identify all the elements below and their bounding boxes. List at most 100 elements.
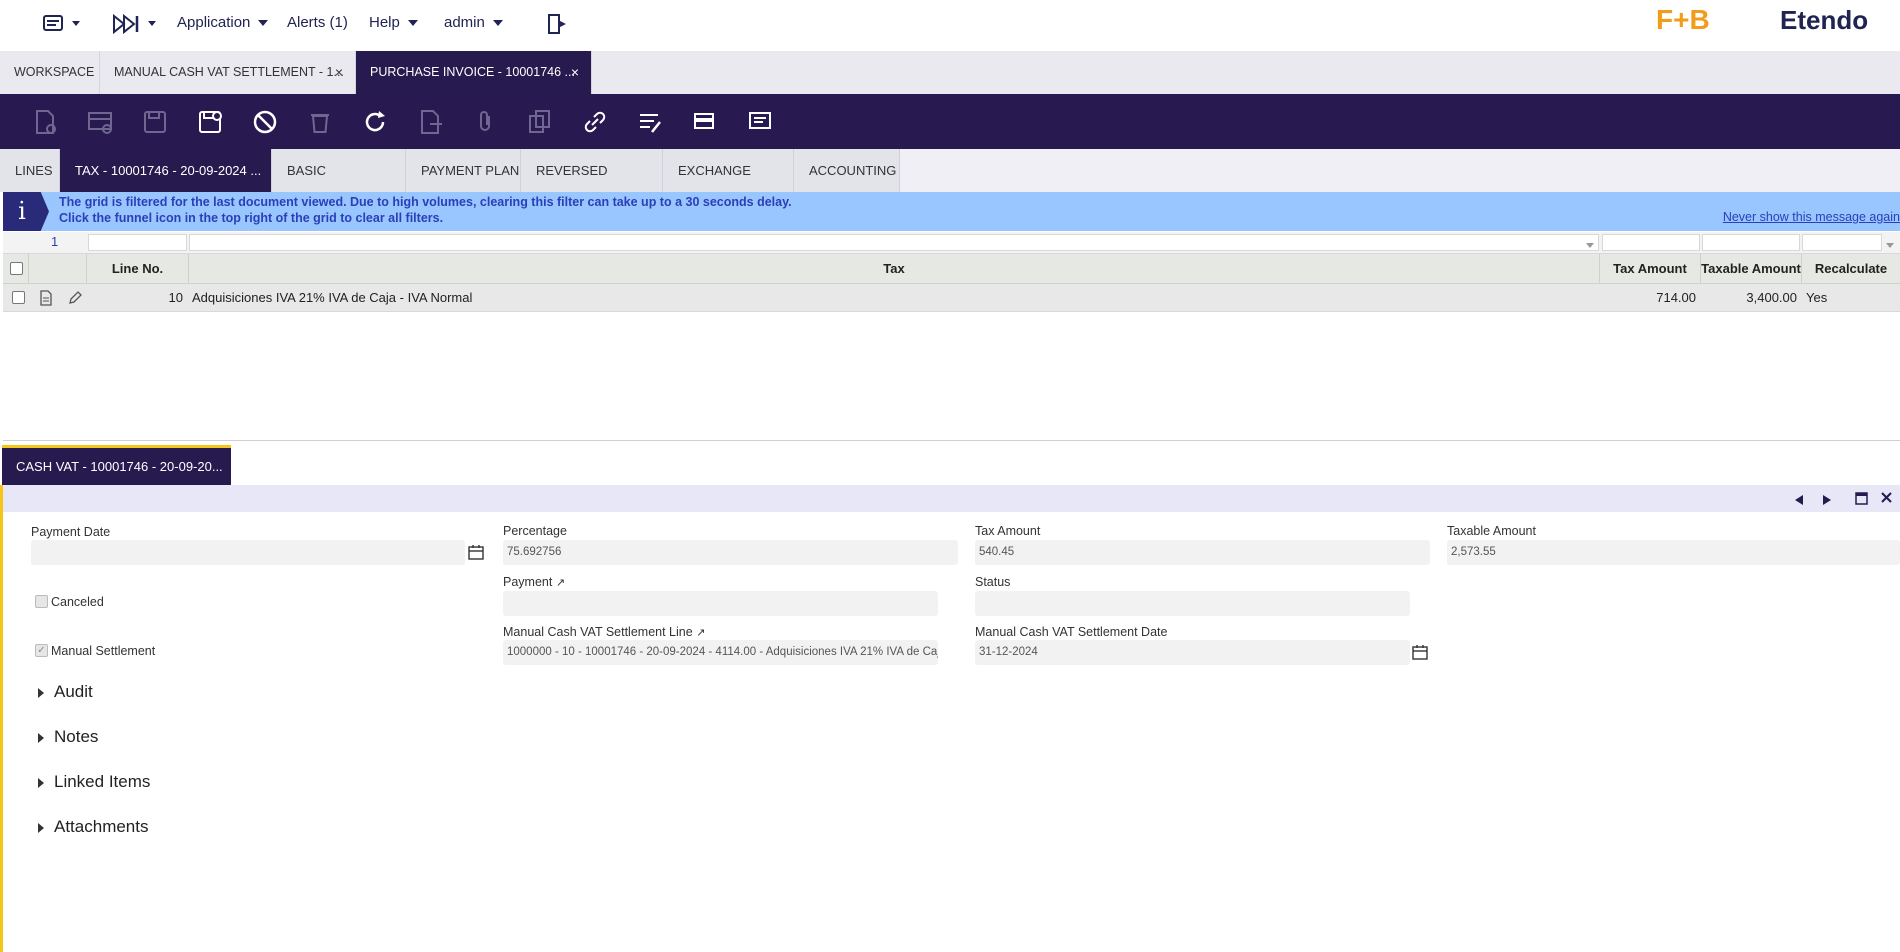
select-all-cell bbox=[3, 254, 29, 284]
taxable-amount-cell: 3,400.00 bbox=[1746, 290, 1797, 305]
tab-lines[interactable]: LINES bbox=[0, 149, 60, 192]
edit-pencil-icon[interactable] bbox=[67, 290, 83, 311]
notes-section[interactable]: Notes bbox=[38, 727, 98, 747]
tab-basic-discounts[interactable]: BASIC DISCOUNTS bbox=[272, 149, 406, 221]
chevron-down-icon bbox=[258, 20, 269, 27]
new-row-icon[interactable] bbox=[86, 108, 114, 136]
save-close-icon[interactable] bbox=[196, 108, 224, 136]
user-menu[interactable]: admin bbox=[444, 14, 503, 31]
link-arrow-icon[interactable]: ↗ bbox=[556, 577, 565, 589]
payment-input[interactable] bbox=[503, 591, 938, 616]
form-view-icon[interactable] bbox=[691, 108, 719, 136]
expand-arrow-icon bbox=[38, 777, 44, 788]
payment-date-input[interactable] bbox=[31, 540, 465, 565]
tab-purchase-invoice[interactable]: PURCHASE INVOICE - 10001746 ... × bbox=[356, 51, 592, 94]
tab-label: PURCHASE INVOICE - 10001746 ... bbox=[370, 65, 575, 79]
tab-payment-plan[interactable]: PAYMENT PLAN bbox=[406, 149, 521, 192]
info-icon: i bbox=[3, 192, 49, 231]
info-message-bar: i The grid is filtered for the last docu… bbox=[3, 192, 1900, 231]
chevron-down-icon[interactable] bbox=[1885, 237, 1895, 255]
chevron-down-icon bbox=[492, 20, 503, 27]
tax-header[interactable]: Tax bbox=[189, 254, 1600, 284]
application-menu[interactable]: Application bbox=[177, 14, 269, 31]
mcvs-line-input[interactable]: 1000000 - 10 - 10001746 - 20-09-2024 - 4… bbox=[503, 640, 938, 665]
link-icon[interactable] bbox=[581, 108, 609, 136]
chevron-down-icon[interactable] bbox=[1585, 237, 1595, 255]
active-form-indicator bbox=[0, 485, 3, 952]
canceled-checkbox[interactable] bbox=[35, 595, 48, 608]
grid-header-row: Line No. Tax Tax Amount Taxable Amount R… bbox=[3, 254, 1900, 284]
tab-reversed-invoices[interactable]: REVERSED INVOICES bbox=[521, 149, 663, 221]
close-icon[interactable]: × bbox=[571, 51, 579, 94]
close-icon[interactable] bbox=[1880, 491, 1893, 509]
line-no-header[interactable]: Line No. bbox=[87, 254, 189, 284]
canceled-label: Canceled bbox=[51, 595, 104, 609]
save-icon[interactable] bbox=[141, 108, 169, 136]
mcvs-date-label: Manual Cash VAT Settlement Date bbox=[975, 625, 1168, 639]
mcvs-date-input[interactable]: 31-12-2024 bbox=[975, 640, 1410, 665]
sub-tab-bar: LINES TAX - 10001746 - 20-09-2024 ... BA… bbox=[0, 149, 1900, 221]
help-menu[interactable]: Help bbox=[369, 14, 418, 31]
tax-amount-header[interactable]: Tax Amount bbox=[1600, 254, 1701, 284]
alerts-link[interactable]: Alerts (1) bbox=[287, 14, 348, 31]
calendar-icon[interactable] bbox=[468, 544, 484, 565]
tab-manual-cash-vat-settlement[interactable]: MANUAL CASH VAT SETTLEMENT - 1... × bbox=[100, 51, 356, 94]
audit-section[interactable]: Audit bbox=[38, 682, 93, 702]
tab-accounting[interactable]: ACCOUNTING bbox=[794, 149, 900, 192]
skip-forward-icon[interactable] bbox=[112, 12, 162, 41]
info-text-line2: Click the funnel icon in the top right o… bbox=[59, 211, 444, 225]
tax-filter-input[interactable] bbox=[189, 234, 1599, 251]
row-checkbox[interactable] bbox=[12, 291, 25, 304]
tax-amount-input[interactable]: 540.45 bbox=[975, 540, 1430, 565]
line-no-filter-input[interactable] bbox=[88, 234, 187, 251]
tab-workspace[interactable]: WORKSPACE bbox=[0, 51, 100, 94]
taxable-amount-input[interactable]: 2,573.55 bbox=[1447, 540, 1900, 565]
next-record-icon[interactable] bbox=[1822, 493, 1832, 511]
select-all-checkbox[interactable] bbox=[10, 262, 23, 275]
close-icon[interactable]: × bbox=[335, 51, 343, 94]
line-no-cell: 10 bbox=[168, 290, 183, 305]
section-label: Linked Items bbox=[54, 772, 151, 791]
tab-cash-vat[interactable]: CASH VAT - 10001746 - 20-09-20... bbox=[2, 445, 231, 485]
grid-filter-row: 1 bbox=[3, 232, 1900, 254]
link-arrow-icon[interactable]: ↗ bbox=[696, 627, 705, 639]
never-show-link[interactable]: Never show this message again bbox=[1723, 210, 1900, 224]
calendar-icon[interactable] bbox=[1412, 644, 1428, 665]
actions-header bbox=[29, 254, 87, 284]
fb-logo: F+B bbox=[1656, 4, 1710, 35]
export-icon[interactable] bbox=[416, 108, 444, 136]
payment-date-label: Payment Date bbox=[31, 525, 111, 539]
tax-amount-filter-input[interactable] bbox=[1602, 234, 1700, 251]
refresh-icon[interactable] bbox=[361, 108, 389, 136]
recalculate-filter-input[interactable] bbox=[1802, 234, 1882, 251]
navigation-menu-icon[interactable] bbox=[42, 12, 82, 41]
attachments-section[interactable]: Attachments bbox=[38, 817, 149, 837]
tab-exchange-rates[interactable]: EXCHANGE RATES bbox=[663, 149, 794, 221]
manual-settlement-checkbox[interactable]: ✓ bbox=[35, 644, 48, 657]
tools-icon[interactable] bbox=[636, 108, 664, 136]
previous-record-icon[interactable] bbox=[1794, 493, 1804, 511]
help-label: Help bbox=[369, 14, 400, 31]
status-input[interactable] bbox=[975, 591, 1410, 616]
chevron-down-icon bbox=[407, 20, 418, 27]
message-icon[interactable] bbox=[746, 108, 774, 136]
application-label: Application bbox=[177, 14, 251, 31]
tax-amount-cell: 714.00 bbox=[1656, 290, 1696, 305]
maximize-icon[interactable] bbox=[1855, 492, 1868, 510]
tab-tax[interactable]: TAX - 10001746 - 20-09-2024 ... bbox=[60, 149, 272, 192]
recalculate-header[interactable]: Recalculate bbox=[1802, 254, 1900, 284]
taxable-amount-filter-input[interactable] bbox=[1702, 234, 1800, 251]
linked-items-section[interactable]: Linked Items bbox=[38, 772, 150, 792]
cancel-icon[interactable] bbox=[251, 108, 279, 136]
document-icon[interactable] bbox=[39, 290, 53, 311]
percentage-input[interactable]: 75.692756 bbox=[503, 540, 958, 565]
clone-icon[interactable] bbox=[526, 108, 554, 136]
section-label: Notes bbox=[54, 727, 99, 746]
logout-icon[interactable] bbox=[546, 12, 570, 41]
new-document-icon[interactable] bbox=[31, 108, 59, 136]
attachment-icon[interactable] bbox=[471, 108, 499, 136]
taxable-amount-header[interactable]: Taxable Amount bbox=[1701, 254, 1802, 284]
section-label: Audit bbox=[54, 682, 93, 701]
table-row[interactable]: 10 Adquisiciones IVA 21% IVA de Caja - I… bbox=[3, 284, 1900, 312]
delete-icon[interactable] bbox=[306, 108, 334, 136]
